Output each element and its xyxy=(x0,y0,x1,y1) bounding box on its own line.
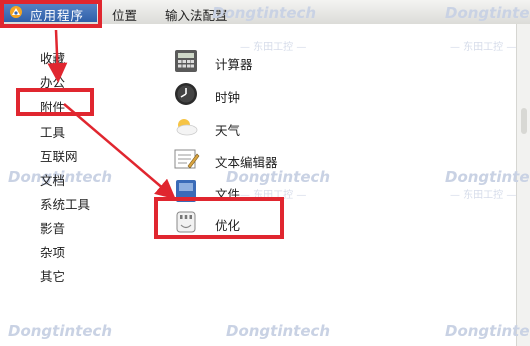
arrow-to-optimize xyxy=(63,103,176,200)
annotation-arrows xyxy=(47,29,176,200)
arrow-to-accessories xyxy=(47,29,68,83)
